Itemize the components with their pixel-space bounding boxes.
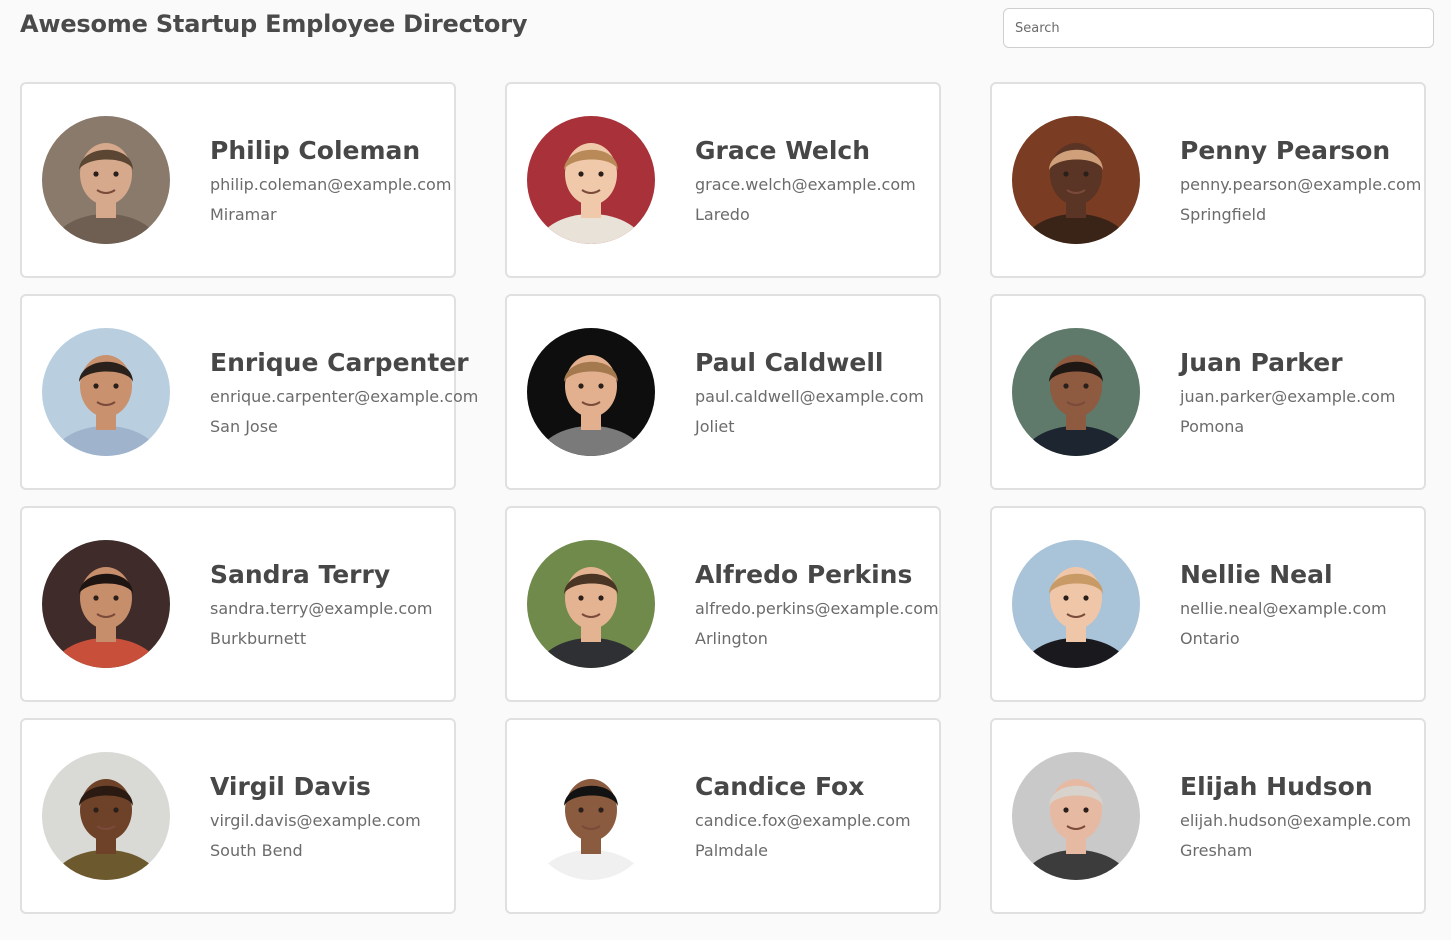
employee-name: Juan Parker xyxy=(1180,347,1343,377)
employee-card[interactable]: Elijah Hudson elijah.hudson@example.com Gr… xyxy=(990,718,1426,914)
employee-card[interactable]: Paul Caldwell paul.caldwell@example.com Jo… xyxy=(505,294,941,490)
avatar xyxy=(42,328,170,456)
employee-name: Paul Caldwell xyxy=(695,347,884,377)
employee-grid: Philip Coleman philip.coleman@example.com… xyxy=(20,82,1426,914)
employee-info: Paul Caldwell paul.caldwell@example.com Jo… xyxy=(695,348,924,437)
employee-email: grace.welch@example.com xyxy=(695,174,916,194)
employee-info: Sandra Terry sandra.terry@example.com Burk… xyxy=(210,560,433,649)
avatar xyxy=(527,540,655,668)
employee-card[interactable]: Grace Welch grace.welch@example.com Laredo xyxy=(505,82,941,278)
employee-name: Nellie Neal xyxy=(1180,559,1333,589)
employee-email: juan.parker@example.com xyxy=(1180,386,1396,406)
employee-city: Springfield xyxy=(1180,204,1267,224)
employee-info: Nellie Neal nellie.neal@example.com Ontari… xyxy=(1180,560,1387,649)
employee-email: nellie.neal@example.com xyxy=(1180,598,1387,618)
search-input[interactable] xyxy=(1003,8,1434,48)
employee-name: Virgil Davis xyxy=(210,771,371,801)
employee-city: Pomona xyxy=(1180,416,1245,436)
employee-name: Penny Pearson xyxy=(1180,135,1391,165)
employee-name: Philip Coleman xyxy=(210,135,421,165)
employee-info: Elijah Hudson elijah.hudson@example.com Gr… xyxy=(1180,771,1412,861)
avatar xyxy=(42,116,170,244)
employee-email: enrique.carpenter@example.com xyxy=(210,386,479,406)
employee-email: candice.fox@example.com xyxy=(695,810,911,830)
employee-email: alfredo.perkins@example.com xyxy=(695,598,939,618)
avatar xyxy=(527,116,655,244)
avatar xyxy=(527,752,655,880)
employee-city: South Bend xyxy=(210,840,303,860)
employee-name: Candice Fox xyxy=(695,771,865,801)
employee-city: Burkburnett xyxy=(210,628,307,648)
employee-info: Virgil Davis virgil.davis@example.com Sout… xyxy=(210,772,421,861)
avatar xyxy=(1012,752,1140,880)
employee-info: Alfredo Perkins alfredo.perkins@example.c… xyxy=(695,559,939,649)
header: Awesome Startup Employee Directory xyxy=(20,0,1434,56)
employee-city: Miramar xyxy=(210,204,277,224)
employee-email: philip.coleman@example.com xyxy=(210,174,452,194)
avatar xyxy=(42,752,170,880)
employee-email: paul.caldwell@example.com xyxy=(695,386,924,406)
employee-info: Philip Coleman philip.coleman@example.com… xyxy=(210,135,452,225)
employee-city: Laredo xyxy=(695,204,750,224)
employee-name: Elijah Hudson xyxy=(1180,771,1373,801)
employee-city: San Jose xyxy=(210,416,278,436)
avatar xyxy=(527,328,655,456)
employee-name: Sandra Terry xyxy=(210,559,391,589)
employee-name: Enrique Carpenter xyxy=(210,347,469,377)
employee-email: sandra.terry@example.com xyxy=(210,598,433,618)
employee-city: Arlington xyxy=(695,628,768,648)
employee-info: Enrique Carpenter enrique.carpenter@examp… xyxy=(210,347,479,437)
page-title: Awesome Startup Employee Directory xyxy=(20,10,528,38)
employee-info: Juan Parker juan.parker@example.com Pomona xyxy=(1180,348,1395,437)
employee-card[interactable]: Candice Fox candice.fox@example.com Palmda… xyxy=(505,718,941,914)
employee-city: Ontario xyxy=(1180,628,1240,648)
employee-info: Candice Fox candice.fox@example.com Palmda… xyxy=(695,772,911,861)
employee-card[interactable]: Alfredo Perkins alfredo.perkins@example.c… xyxy=(505,506,941,702)
employee-city: Palmdale xyxy=(695,840,769,860)
employee-email: elijah.hudson@example.com xyxy=(1180,810,1412,830)
employee-info: Grace Welch grace.welch@example.com Laredo xyxy=(695,136,916,225)
employee-city: Gresham xyxy=(1180,840,1253,860)
directory-page: Awesome Startup Employee Directory Phili… xyxy=(0,0,1451,940)
employee-email: virgil.davis@example.com xyxy=(210,810,421,830)
employee-city: Joliet xyxy=(695,416,735,436)
avatar xyxy=(1012,116,1140,244)
avatar xyxy=(1012,540,1140,668)
employee-card[interactable]: Penny Pearson penny.pearson@example.com Sp… xyxy=(990,82,1426,278)
employee-card[interactable]: Enrique Carpenter enrique.carpenter@examp… xyxy=(20,294,479,490)
employee-card[interactable]: Sandra Terry sandra.terry@example.com Burk… xyxy=(20,506,456,702)
employee-email: penny.pearson@example.com xyxy=(1180,174,1422,194)
employee-card[interactable]: Virgil Davis virgil.davis@example.com Sout… xyxy=(20,718,456,914)
employee-card[interactable]: Philip Coleman philip.coleman@example.com… xyxy=(20,82,456,278)
employee-card[interactable]: Nellie Neal nellie.neal@example.com Ontari… xyxy=(990,506,1426,702)
employee-name: Grace Welch xyxy=(695,135,871,165)
employee-info: Penny Pearson penny.pearson@example.com Sp… xyxy=(1180,135,1422,225)
avatar xyxy=(42,540,170,668)
employee-card[interactable]: Juan Parker juan.parker@example.com Pomona xyxy=(990,294,1426,490)
avatar xyxy=(1012,328,1140,456)
employee-name: Alfredo Perkins xyxy=(695,559,913,589)
